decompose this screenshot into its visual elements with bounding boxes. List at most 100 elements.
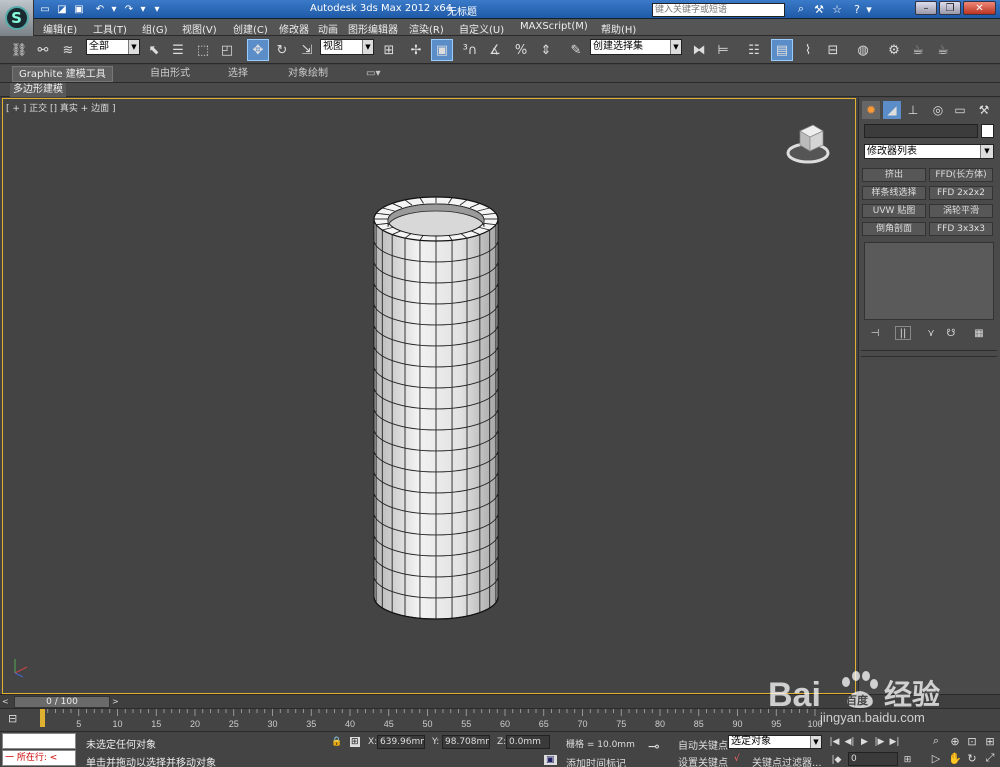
bevel-profile-button[interactable]: 倒角剖面 [862, 222, 926, 236]
percent-snap-icon[interactable]: % [510, 39, 532, 61]
restore-button[interactable]: ❐ [939, 1, 961, 15]
uvw-map-button[interactable]: UVW 贴图 [862, 204, 926, 218]
ffd-2x2x2-button[interactable]: FFD 2x2x2 [929, 186, 993, 200]
select-and-scale-icon[interactable]: ⇲ [296, 39, 318, 61]
menu-edit[interactable]: 编辑(E) [43, 21, 77, 36]
redo-icon[interactable]: ↷ [122, 2, 136, 16]
modifier-list-dropdown[interactable]: 修改器列表 ▼ [864, 144, 994, 159]
key-selection-dropdown[interactable]: 选定对象 ▼ [728, 735, 822, 749]
viewcube-icon[interactable] [785, 121, 831, 167]
menu-modifiers[interactable]: 修改器 [279, 21, 309, 36]
goto-start-icon[interactable]: |◀ [828, 735, 841, 748]
ffd-3x3x3-button[interactable]: FFD 3x3x3 [929, 222, 993, 236]
maxscript-running-field[interactable]: 一 所在行: < [2, 750, 76, 766]
utilities-tab-icon[interactable]: ⚒ [975, 101, 993, 119]
lock-selection-icon[interactable]: 🔒 [331, 737, 342, 747]
extrude-button[interactable]: 挤出 [862, 168, 926, 182]
close-button[interactable]: ✕ [963, 1, 996, 15]
star-icon[interactable]: ☆ [830, 2, 844, 16]
tab-object-paint[interactable]: 对象绘制 [282, 66, 334, 82]
ribbon-options-icon[interactable]: ▭▾ [360, 66, 386, 82]
menu-tools[interactable]: 工具(T) [93, 21, 127, 36]
selection-filter-dropdown[interactable]: 全部 ▼ [86, 39, 140, 55]
graphite-toggle-icon[interactable]: ▤ [771, 39, 793, 61]
modifier-stack[interactable] [864, 242, 994, 320]
tab-selection[interactable]: 选择 [222, 66, 254, 82]
mini-curve-editor-icon[interactable]: ⊟ [8, 712, 26, 726]
set-key-icon[interactable]: ⊸ [648, 739, 660, 755]
snaps-toggle-icon[interactable]: ³∩ [459, 39, 481, 61]
z-coordinate-field[interactable]: 0.0mm [506, 735, 550, 749]
spinner-snap-icon[interactable]: ⇕ [535, 39, 557, 61]
link-icon[interactable]: ⛓ [8, 39, 30, 61]
configure-modifier-sets-icon[interactable]: ▦ [971, 326, 987, 340]
unlink-icon[interactable]: ⚯ [32, 39, 54, 61]
next-frame-icon[interactable]: |▶ [873, 735, 886, 748]
field-of-view-icon[interactable]: ▷ [927, 751, 945, 765]
current-frame-marker[interactable] [40, 709, 45, 727]
absolute-mode-icon[interactable]: ⊞ [350, 737, 360, 747]
pivot-center-icon[interactable]: ⊞ [378, 39, 400, 61]
select-and-rotate-icon[interactable]: ↻ [271, 39, 293, 61]
ffd-box-button[interactable]: FFD(长方体) [929, 168, 993, 182]
tools-icon[interactable]: ⚒ [812, 2, 826, 16]
orbit-icon[interactable]: ↻ [963, 751, 981, 765]
application-button[interactable]: S [0, 0, 34, 36]
redo-dropdown-icon[interactable]: ▾ [136, 2, 150, 16]
open-file-icon[interactable]: ◪ [55, 2, 69, 16]
render-setup-icon[interactable]: ⚙ [883, 39, 905, 61]
tab-freeform[interactable]: 自由形式 [144, 66, 196, 82]
hierarchy-tab-icon[interactable]: ⊥ [904, 101, 922, 119]
menu-maxscript[interactable]: MAXScript(M) [520, 21, 588, 32]
material-editor-icon[interactable]: ◍ [852, 39, 874, 61]
select-and-manipulate-icon[interactable]: ✢ [405, 39, 427, 61]
bind-space-warp-icon[interactable]: ≋ [57, 39, 79, 61]
zoom-all-icon[interactable]: ⊕ [946, 734, 964, 748]
window-crossing-icon[interactable]: ◰ [216, 39, 238, 61]
render-production-icon[interactable]: ☕ [932, 39, 954, 61]
edit-named-selection-icon[interactable]: ✎ [565, 39, 587, 61]
rectangular-selection-icon[interactable]: ⬚ [192, 39, 214, 61]
menu-rendering[interactable]: 渲染(R) [409, 21, 444, 36]
add-time-tag-button[interactable]: 添加时间标记 [566, 755, 626, 767]
schematic-view-icon[interactable]: ⊟ [822, 39, 844, 61]
tube-object[interactable] [3, 99, 855, 693]
tab-graphite-modeling[interactable]: Graphite 建模工具 [12, 66, 113, 82]
undo-icon[interactable]: ↶ [93, 2, 107, 16]
keyboard-shortcut-override-icon[interactable]: ▣ [431, 39, 453, 61]
undo-dropdown-icon[interactable]: ▾ [107, 2, 121, 16]
x-coordinate-field[interactable]: 639.96mm [377, 735, 425, 749]
menu-graph-editors[interactable]: 图形编辑器 [348, 21, 398, 36]
menu-group[interactable]: 组(G) [142, 21, 168, 36]
binoculars-icon[interactable]: ⌕ [794, 2, 808, 16]
menu-create[interactable]: 创建(C) [233, 21, 268, 36]
key-filters-button[interactable]: 关键点过滤器... [752, 754, 822, 767]
time-tag-icon[interactable]: ▣ [544, 755, 557, 765]
menu-help[interactable]: 帮助(H) [601, 21, 636, 36]
menu-animation[interactable]: 动画 [318, 21, 338, 36]
object-name-field[interactable] [864, 124, 978, 138]
set-key-button[interactable]: 设置关键点 [678, 754, 728, 767]
pan-icon[interactable]: ✋ [946, 751, 964, 765]
turbosmooth-button[interactable]: 涡轮平滑 [929, 204, 993, 218]
minimize-button[interactable]: – [915, 1, 937, 15]
zoom-extents-all-icon[interactable]: ⊞ [981, 734, 999, 748]
save-icon[interactable]: ▣ [72, 2, 86, 16]
time-slider-next-icon[interactable]: > [112, 697, 121, 707]
rendered-frame-window-icon[interactable]: ☕ [907, 39, 929, 61]
create-tab-icon[interactable]: ✹ [862, 101, 880, 119]
menu-customize[interactable]: 自定义(U) [459, 21, 504, 36]
time-slider-handle[interactable]: 0 / 100 [14, 696, 110, 708]
polygon-modeling-panel[interactable]: 多边形建模 [10, 83, 66, 97]
remove-modifier-icon[interactable]: ☋ [943, 326, 959, 340]
perspective-viewport[interactable]: [ + ] 正交 [] 真实 + 边面 ] [2, 98, 856, 694]
help-dropdown-icon[interactable]: ▾ [862, 2, 876, 16]
time-config-icon[interactable]: ⊞ [901, 753, 914, 766]
show-end-result-icon[interactable]: || [895, 326, 911, 340]
named-selection-dropdown[interactable]: 创建选择集 ▼ [590, 39, 682, 55]
modify-tab-icon[interactable]: ◢ [883, 101, 901, 119]
curve-editor-icon[interactable]: ⌇ [797, 39, 819, 61]
angle-snap-icon[interactable]: ∡ [484, 39, 506, 61]
zoom-extents-icon[interactable]: ⊡ [963, 734, 981, 748]
motion-tab-icon[interactable]: ◎ [929, 101, 947, 119]
